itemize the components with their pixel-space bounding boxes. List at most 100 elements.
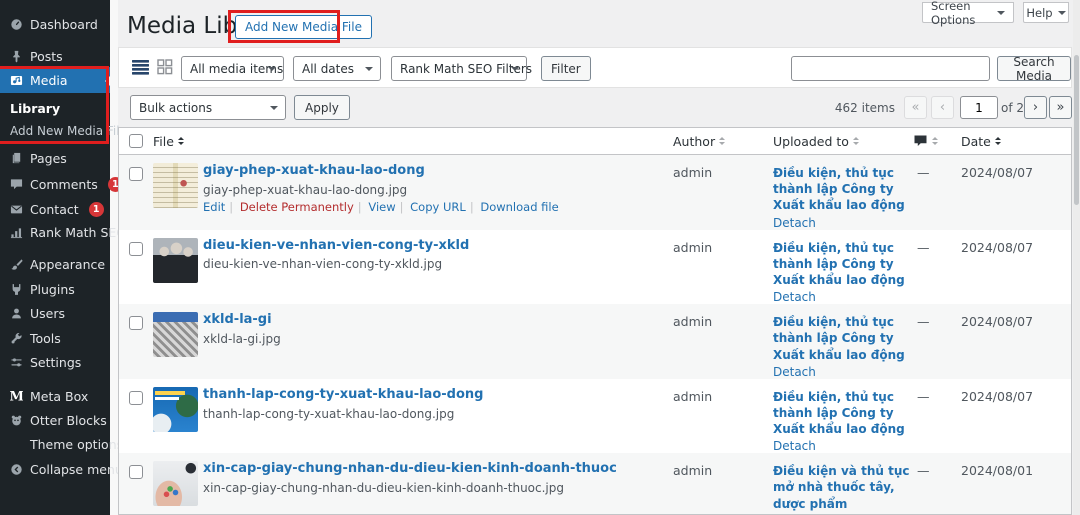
author-cell[interactable]: admin: [673, 304, 773, 329]
copy-url-link[interactable]: Copy URL: [396, 200, 466, 214]
sidebar-item-library[interactable]: Library: [0, 96, 110, 120]
uploaded-to-link[interactable]: Điều kiện, thủ tục thành lập Công ty Xuấ…: [773, 240, 913, 289]
media-thumbnail[interactable]: [153, 386, 198, 432]
scrollbar-thumb[interactable]: [1074, 55, 1079, 205]
comments-cell: —: [917, 165, 930, 180]
select-value: All dates: [302, 61, 355, 76]
media-title-link[interactable]: dieu-kien-ve-nhan-vien-cong-ty-xkld: [203, 238, 663, 255]
media-thumbnail[interactable]: [153, 312, 198, 358]
sidebar-item-meta-box[interactable]: M Meta Box: [0, 384, 110, 408]
sidebar-item-tools[interactable]: Tools: [0, 326, 110, 350]
plug-icon: [9, 282, 23, 296]
sidebar-item-comments[interactable]: Comments 1: [0, 172, 123, 196]
table-header-row: File Author Uploaded to Date: [119, 128, 1071, 155]
list-view-icon[interactable]: [132, 59, 149, 79]
sidebar-label: Pages: [30, 150, 67, 166]
media-title-link[interactable]: xin-cap-giay-chung-nhan-du-dieu-kien-kin…: [203, 461, 663, 478]
comments-cell: —: [917, 239, 930, 255]
select-value: Rank Math SEO Filters: [400, 61, 533, 76]
sidebar-label: Users: [30, 305, 66, 321]
sidebar-label: Settings: [30, 354, 82, 370]
uploaded-to-link[interactable]: Điều kiện, thủ tục thành lập Công ty Xuấ…: [773, 165, 913, 214]
author-cell[interactable]: admin: [673, 230, 773, 255]
uploaded-to-link[interactable]: Điều kiện, thủ tục thành lập Công ty Xuấ…: [773, 389, 913, 438]
seo-filter-select[interactable]: Rank Math SEO Filters: [391, 56, 532, 81]
uploaded-to-link[interactable]: Điều kiện và thủ tục mở nhà thuốc tây, d…: [773, 463, 913, 512]
search-media-button[interactable]: Search Media: [997, 55, 1071, 83]
row-checkbox[interactable]: [129, 167, 143, 181]
table-row: thanh-lap-cong-ty-xuat-khau-lao-dong tha…: [119, 379, 1071, 453]
sidebar-label: Add New Media File: [10, 124, 127, 138]
media-thumbnail[interactable]: [153, 461, 198, 507]
sidebar-item-contact[interactable]: Contact 1: [0, 197, 110, 221]
column-label: Uploaded to: [773, 133, 849, 149]
bulk-actions-select[interactable]: Bulk actions: [130, 95, 286, 120]
media-title-link[interactable]: giay-phep-xuat-khau-lao-dong: [203, 163, 663, 180]
row-checkbox[interactable]: [129, 465, 143, 480]
column-header-uploaded-to[interactable]: Uploaded to: [773, 134, 913, 149]
media-title-link[interactable]: thanh-lap-cong-ty-xuat-khau-lao-dong: [203, 387, 663, 404]
media-type-filter-select[interactable]: All media items: [181, 56, 284, 81]
column-header-author[interactable]: Author: [673, 134, 773, 149]
media-thumbnail[interactable]: [153, 163, 198, 208]
edit-link[interactable]: Edit: [203, 200, 225, 214]
pagination-first-button[interactable]: «: [904, 96, 927, 119]
screen-options-button[interactable]: Screen Options: [922, 0, 1014, 27]
author-cell[interactable]: admin: [673, 453, 773, 478]
detach-link[interactable]: Detach: [773, 216, 913, 230]
sort-arrows-icon: [932, 137, 938, 145]
pushpin-icon: [9, 49, 23, 63]
author-cell[interactable]: admin: [673, 155, 773, 180]
sidebar-item-posts[interactable]: Posts: [0, 44, 110, 68]
select-value: Bulk actions: [139, 100, 213, 115]
sidebar-item-otter-blocks[interactable]: Otter Blocks: [0, 408, 110, 432]
add-new-media-file-button[interactable]: Add New Media File: [235, 15, 372, 39]
view-link[interactable]: View: [354, 200, 396, 214]
sidebar-item-settings[interactable]: Settings: [0, 350, 110, 374]
detach-link[interactable]: Detach: [773, 365, 913, 379]
grid-view-icon[interactable]: [157, 59, 173, 79]
sidebar-item-pages[interactable]: Pages: [0, 146, 110, 170]
detach-link[interactable]: Detach: [773, 439, 913, 453]
pagination-next-button[interactable]: ›: [1024, 96, 1047, 119]
sidebar-item-dashboard[interactable]: Dashboard: [0, 12, 110, 36]
search-input[interactable]: [791, 56, 990, 81]
current-page-input[interactable]: [960, 96, 998, 119]
apply-button[interactable]: Apply: [294, 95, 350, 120]
delete-permanently-link[interactable]: Delete Permanently: [225, 200, 354, 214]
row-checkbox[interactable]: [129, 316, 143, 331]
sidebar-item-theme-options[interactable]: Theme options: [0, 432, 123, 456]
browser-scrollbar[interactable]: [1073, 0, 1080, 515]
media-list-table: File Author Uploaded to Date giay-phep-x…: [118, 127, 1072, 515]
help-button[interactable]: Help: [1023, 2, 1069, 23]
author-cell[interactable]: admin: [673, 379, 773, 404]
detach-link[interactable]: Detach: [773, 290, 913, 304]
sidebar-label: Library: [10, 100, 61, 116]
sidebar-item-appearance[interactable]: Appearance: [0, 252, 110, 276]
sidebar-item-users[interactable]: Users: [0, 301, 110, 325]
sidebar-item-plugins[interactable]: Plugins: [0, 277, 110, 301]
filter-button[interactable]: Filter: [541, 56, 591, 81]
row-checkbox[interactable]: [129, 390, 143, 405]
wordpress-admin: Dashboard Posts Media Library Add New Me…: [0, 0, 1080, 515]
pagination-prev-button[interactable]: ‹: [931, 96, 954, 119]
select-all-checkbox[interactable]: [129, 134, 143, 148]
column-header-date[interactable]: Date: [961, 134, 1071, 149]
media-thumbnail[interactable]: [153, 237, 198, 283]
sidebar-item-add-new-media-file[interactable]: Add New Media File: [0, 119, 127, 143]
uploaded-to-link[interactable]: Điều kiện, thủ tục thành lập Công ty Xuấ…: [773, 314, 913, 363]
column-header-comments[interactable]: [913, 134, 961, 148]
sidebar-item-collapse-menu[interactable]: Collapse menu: [0, 457, 123, 481]
download-file-link[interactable]: Download file: [466, 200, 559, 214]
media-title-link[interactable]: xkld-la-gi: [203, 312, 663, 329]
brush-icon: [9, 257, 23, 271]
date-filter-select[interactable]: All dates: [293, 56, 381, 81]
sidebar-item-media[interactable]: Media: [0, 67, 110, 93]
sidebar-label: Tools: [30, 330, 61, 346]
column-header-file[interactable]: File: [153, 134, 673, 149]
screen-options-label: Screen Options: [931, 0, 976, 27]
sidebar-item-rank-math-seo[interactable]: Rank Math SEO: [0, 220, 126, 244]
pagination-last-button[interactable]: »: [1049, 96, 1072, 119]
sidebar-label: Appearance: [30, 256, 106, 272]
row-checkbox[interactable]: [129, 241, 143, 256]
